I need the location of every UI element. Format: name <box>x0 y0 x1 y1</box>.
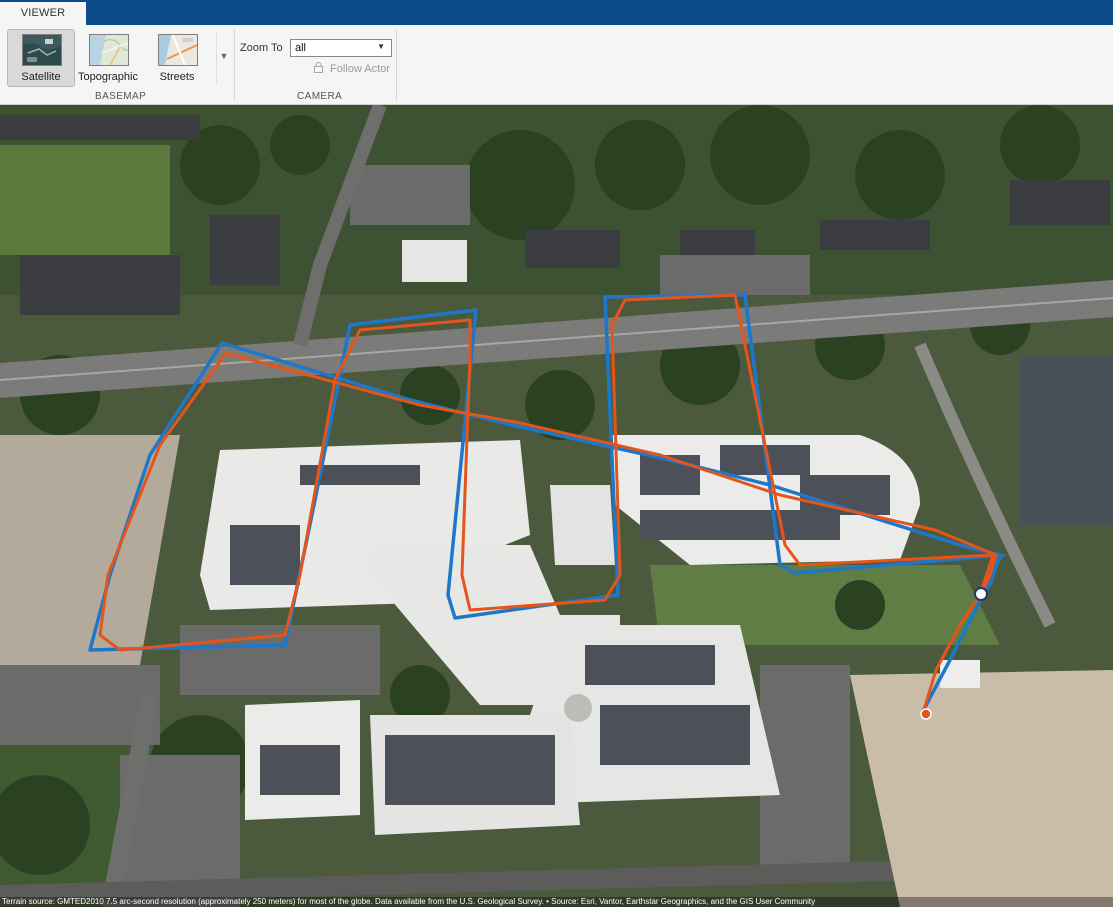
lock-icon <box>313 62 324 73</box>
basemap-gallery-expand-button[interactable]: ▼ <box>216 33 231 83</box>
basemap-topographic-label: Topographic <box>78 71 138 83</box>
streets-thumbnail-icon <box>158 34 198 66</box>
basemap-topographic-button[interactable]: Topographic <box>74 29 142 87</box>
basemap-satellite-button[interactable]: Satellite <box>7 29 75 87</box>
zoom-to-label: Zoom To <box>240 42 283 54</box>
zoom-to-dropdown[interactable]: all ▼ <box>290 39 392 57</box>
basemap-satellite-label: Satellite <box>21 71 61 83</box>
chevron-down-icon: ▼ <box>219 51 229 61</box>
group-divider <box>396 29 397 101</box>
map-viewport[interactable]: Terrain source: GMTED2010 7.5 arc-second… <box>0 105 1113 907</box>
satellite-thumbnail-icon <box>22 34 62 66</box>
follow-actor-label: Follow Actor <box>330 63 390 75</box>
vehicle-position-marker-icon <box>974 587 988 601</box>
topographic-thumbnail-icon <box>89 34 129 66</box>
camera-group-label: CAMERA <box>297 91 343 102</box>
follow-actor-button[interactable]: Follow Actor <box>313 62 390 75</box>
zoom-to-value: all <box>295 42 307 54</box>
basemap-streets-button[interactable]: Streets <box>143 29 211 87</box>
toolstrip: Satellite Topographic Streets ▼ BASEMAP … <box>0 25 1113 124</box>
dropdown-arrow-icon: ▼ <box>377 42 385 51</box>
group-divider <box>234 29 235 101</box>
tab-viewer[interactable]: VIEWER <box>0 2 86 25</box>
satellite-map <box>0 105 1113 907</box>
basemap-streets-label: Streets <box>159 71 195 83</box>
map-attribution: Terrain source: GMTED2010 7.5 arc-second… <box>0 897 1113 907</box>
title-bar: VIEWER <box>0 0 1113 25</box>
track-start-marker-icon <box>920 708 932 720</box>
basemap-group-label: BASEMAP <box>95 91 147 102</box>
